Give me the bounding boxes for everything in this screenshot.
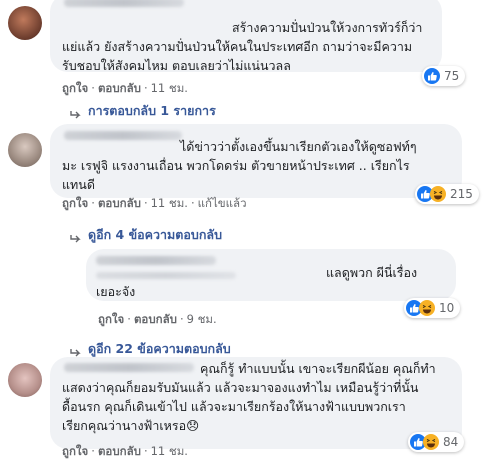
edited-label[interactable]: แก้ไขแล้ว: [198, 196, 247, 210]
commenter-name[interactable]: [96, 256, 216, 265]
haha-reaction-icon: [423, 434, 439, 450]
view-replies-link[interactable]: ดูอีก 22 ข้อความตอบกลับ: [88, 339, 231, 359]
comment-text-line: แสดงว่าคุณก็ยอมรับมันแล้ว แล้วจะมาจองแงท…: [62, 380, 419, 395]
reply-button[interactable]: ตอบกลับ: [98, 444, 141, 458]
reaction-count: 84: [443, 435, 459, 449]
comment-time[interactable]: 11 ชม.: [151, 196, 188, 210]
commenter-name[interactable]: [64, 363, 194, 372]
haha-reaction-icon: [430, 186, 446, 202]
comment-text-line: เยอะจัง: [96, 284, 136, 299]
like-reaction-icon: [424, 68, 440, 84]
reaction-count: 75: [444, 69, 460, 83]
comment-text-line: แย่แล้ว ยังสร้างความปั่นป่วนให้คนในประเท…: [62, 39, 413, 54]
view-replies-link[interactable]: การตอบกลับ 1 รายการ: [88, 101, 216, 121]
comment-time[interactable]: 11 ชม.: [151, 444, 188, 458]
comment-actions: ถูกใจ · ตอบกลับ · 11 ชม. · แก้ไขแล้ว: [62, 196, 247, 210]
reaction-summary[interactable]: 10: [404, 298, 461, 318]
view-replies-link[interactable]: ดูอีก 4 ข้อความตอบกลับ: [88, 225, 222, 245]
comment-actions: ถูกใจ · ตอบกลับ · 11 ชม.: [62, 81, 188, 95]
reply-button[interactable]: ตอบกลับ: [134, 312, 177, 326]
comment-text-line: แทนดี: [62, 177, 95, 192]
comment-text-line: ดื้อนรก คุณก็เดินเข้าไป แล้วจะมาเรียกร้อ…: [62, 399, 406, 414]
comment-time[interactable]: 9 ชม.: [187, 312, 217, 326]
like-button[interactable]: ถูกใจ: [62, 444, 88, 458]
like-button[interactable]: ถูกใจ: [62, 196, 88, 210]
comment-text-line: รับชอบให้สังคมไหม ตอบเลยว่าไม่แน่นวลล: [62, 58, 291, 73]
comment-text-line: ได้ข่าวว่าตั้งเองขึ้นมาเรียกตัวเองให้ดูซ…: [180, 139, 417, 154]
reply-button[interactable]: ตอบกลับ: [98, 196, 141, 210]
comment-actions: ถูกใจ · ตอบกลับ · 11 ชม.: [62, 444, 188, 458]
reaction-summary[interactable]: 75: [422, 66, 466, 86]
comment-time[interactable]: 11 ชม.: [151, 81, 188, 95]
reaction-summary[interactable]: 215: [415, 184, 479, 204]
reply-arrow-icon: [70, 229, 82, 248]
like-button[interactable]: ถูกใจ: [98, 312, 124, 326]
avatar[interactable]: [8, 133, 42, 167]
comment-text-line: คุณก็รู้ ทำแบบนั้น เขาจะเรียกผีน้อย คุณก…: [200, 361, 436, 376]
comment-text-line: มะ เรฟูจิ แรงงานเถื่อน พวกโดดร่ม ตัวขายห…: [62, 158, 410, 173]
avatar[interactable]: [8, 363, 42, 397]
like-button[interactable]: ถูกใจ: [62, 81, 88, 95]
reply-button[interactable]: ตอบกลับ: [98, 81, 141, 95]
reaction-count: 215: [450, 187, 473, 201]
commenter-name[interactable]: [64, 131, 182, 140]
blurred-text: [96, 272, 236, 279]
reply-arrow-icon: [70, 105, 82, 124]
avatar[interactable]: [8, 6, 42, 40]
comment-actions: ถูกใจ · ตอบกลับ · 9 ชม.: [98, 312, 217, 326]
comment-text-line: เรียกคุณว่านางฟ้าเหรอ😞: [62, 418, 200, 433]
reaction-summary[interactable]: 84: [408, 432, 465, 452]
comment-text-line: แลดูพวก ผีนี่เรื่อง: [326, 265, 418, 280]
haha-reaction-icon: [419, 300, 435, 316]
commenter-name[interactable]: [64, 0, 184, 7]
reaction-count: 10: [439, 301, 455, 315]
comment-text-line: สร้างความปั่นป่วนให้วงการทัวร์ก็ว่า: [232, 20, 423, 35]
